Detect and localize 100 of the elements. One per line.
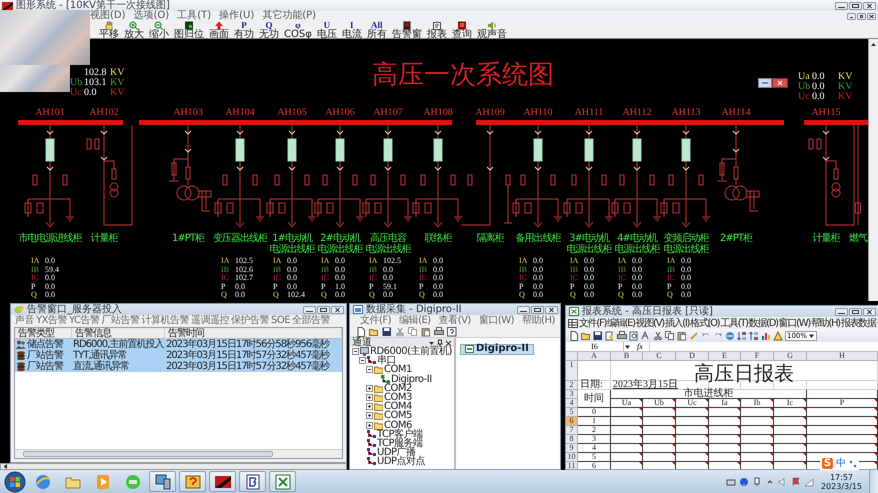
toolbar-button[interactable]: 告警窗	[390, 21, 423, 38]
tree-item[interactable]: UDP点对点	[377, 457, 426, 466]
column-header[interactable]: F	[741, 352, 774, 361]
column-header[interactable]: D	[676, 352, 709, 361]
tree-item[interactable]: TCP服务端	[377, 438, 423, 448]
menu-item[interactable]: SOE	[271, 315, 290, 326]
menu-item[interactable]: 工具(T)	[720, 318, 748, 328]
input-mode[interactable]: 中	[836, 458, 846, 469]
menu-item[interactable]: YX告警	[36, 315, 67, 326]
collapse-icon[interactable]	[352, 348, 359, 356]
menu-item[interactable]: 选项(O)	[134, 11, 170, 21]
toolbar-icon[interactable]	[617, 330, 627, 340]
menu-item[interactable]: 窗口(W)	[478, 315, 514, 326]
menu-item[interactable]: 厂站告警	[102, 315, 140, 326]
expand-icon[interactable]	[366, 422, 373, 429]
toolbar-button[interactable]: 画面	[208, 21, 230, 38]
alarm-row[interactable]: 厂站告警 TYT,通讯异常 2023年03月15日17时57分32秒457毫秒	[15, 350, 342, 361]
toolbar-icon[interactable]	[749, 330, 759, 340]
document-tab[interactable]: Digipro-II	[460, 344, 534, 354]
column-header[interactable]: H	[807, 352, 878, 361]
column-header[interactable]: C	[643, 352, 676, 361]
toolbar-button[interactable]: 缩小	[148, 21, 170, 38]
menu-item[interactable]: 工具(T)	[177, 11, 212, 21]
close-icon[interactable]	[445, 338, 452, 346]
toolbar-button[interactable]: All 所有	[366, 21, 388, 38]
tree-item[interactable]: COM6	[384, 420, 412, 430]
row-header[interactable]: 7	[566, 426, 578, 435]
alarm-row[interactable]: 厂站告警 直流,通讯异常 2023年03月15日17时57分32秒457毫秒	[15, 361, 342, 372]
window-buttons-icon[interactable]	[758, 78, 788, 88]
close-button[interactable]	[863, 2, 876, 10]
close-button[interactable]	[545, 306, 558, 314]
row-header[interactable]: 4	[566, 399, 578, 408]
paste-icon[interactable]	[421, 326, 431, 336]
row-header[interactable]: 9	[566, 444, 578, 453]
expand-icon[interactable]	[366, 394, 373, 402]
toolbar-icon[interactable]	[629, 330, 639, 340]
menu-item[interactable]: 文件(F)	[360, 315, 392, 326]
restore-button[interactable]	[317, 306, 330, 314]
menu-item[interactable]: 编辑(E)	[399, 315, 431, 326]
menu-item[interactable]: 操作(U)	[219, 11, 254, 21]
row-header[interactable]: 3	[566, 390, 578, 399]
clock-time[interactable]: 17:57	[830, 472, 854, 482]
tree-item[interactable]: TCP客户端	[377, 430, 423, 439]
row-header[interactable]: 1	[566, 361, 578, 381]
row-header[interactable]: 10	[566, 453, 578, 462]
menu-item[interactable]: 遥调遥控	[191, 315, 230, 326]
start-button[interactable]	[4, 470, 26, 492]
tree-item[interactable]: 串口	[377, 356, 396, 366]
menu-item[interactable]: 计算机告警	[142, 315, 190, 326]
menu-item[interactable]: 帮助(H)	[810, 318, 840, 328]
toolbar-icon[interactable]	[641, 330, 651, 340]
tree-item[interactable]: COM2	[384, 384, 412, 393]
signal-icon[interactable]	[804, 476, 814, 486]
menu-item[interactable]: 插入(I)	[664, 318, 690, 328]
menu-item[interactable]: 文件(F)	[579, 318, 606, 328]
minimize-button[interactable]	[835, 308, 848, 316]
menu-item[interactable]: 视图(V)	[636, 318, 664, 328]
menu-item[interactable]: 其它功能(P)	[262, 11, 316, 21]
print-icon[interactable]	[434, 326, 444, 336]
minimize-button[interactable]	[847, 12, 856, 20]
flag-icon[interactable]	[790, 476, 801, 486]
tree-item[interactable]: COM1	[384, 365, 412, 375]
column-header[interactable]: A	[578, 352, 611, 361]
tree-item[interactable]: Digipro-II	[391, 374, 432, 384]
minimize-button[interactable]	[303, 306, 316, 314]
horizontal-scrollbar[interactable]	[0, 463, 347, 470]
collapse-icon[interactable]	[359, 357, 366, 364]
expand-icon[interactable]	[366, 412, 373, 420]
menu-item[interactable]: 视图(D)	[90, 11, 126, 21]
copy-icon[interactable]	[408, 326, 418, 336]
menu-item[interactable]: 帮助(H)	[522, 315, 555, 326]
tree-item[interactable]: UDP广播	[377, 448, 416, 458]
toolbar-button[interactable]: 查询	[450, 21, 473, 38]
tree-item[interactable]: COM3	[384, 392, 412, 402]
row-header[interactable]: 5	[566, 408, 578, 417]
menu-item[interactable]: 数据(D)	[748, 318, 778, 328]
menu-item[interactable]: YC告警	[68, 315, 100, 326]
row-header[interactable]: 2	[566, 381, 578, 390]
menu-item[interactable]: 声音	[15, 315, 34, 326]
punctuation-icon[interactable]	[849, 460, 857, 468]
pin-icon[interactable]	[437, 338, 443, 346]
minimize-button[interactable]	[517, 306, 530, 314]
taskbar-button[interactable]	[239, 471, 266, 492]
menu-item[interactable]: 窗口(W)	[778, 318, 810, 328]
name-box[interactable]: I6	[566, 342, 624, 351]
minimize-button[interactable]	[835, 2, 848, 10]
taskbar-button[interactable]	[209, 471, 236, 492]
menu-item[interactable]: 格式(O)	[690, 318, 720, 328]
tree-item[interactable]: COM5	[384, 411, 412, 421]
close-button[interactable]	[331, 306, 344, 314]
column-header[interactable]: G	[774, 352, 807, 361]
toolbar-button[interactable]: 图归位	[173, 21, 205, 38]
horizontal-scrollbar[interactable]	[15, 449, 342, 458]
toolbar-button[interactable]: I 电流	[340, 21, 363, 38]
toolbar-button[interactable]: Q 无功	[258, 21, 280, 38]
toolbar-button[interactable]: 平移	[98, 21, 120, 38]
alarm-row[interactable]: 储点告警 RD6000,主前置机投入 2023年03月15日17时56分58秒956毫秒	[15, 339, 342, 350]
toolbar-button[interactable]: U 电压	[316, 21, 338, 38]
vertical-scrollbar[interactable]	[868, 39, 878, 301]
close-button[interactable]	[863, 308, 876, 316]
